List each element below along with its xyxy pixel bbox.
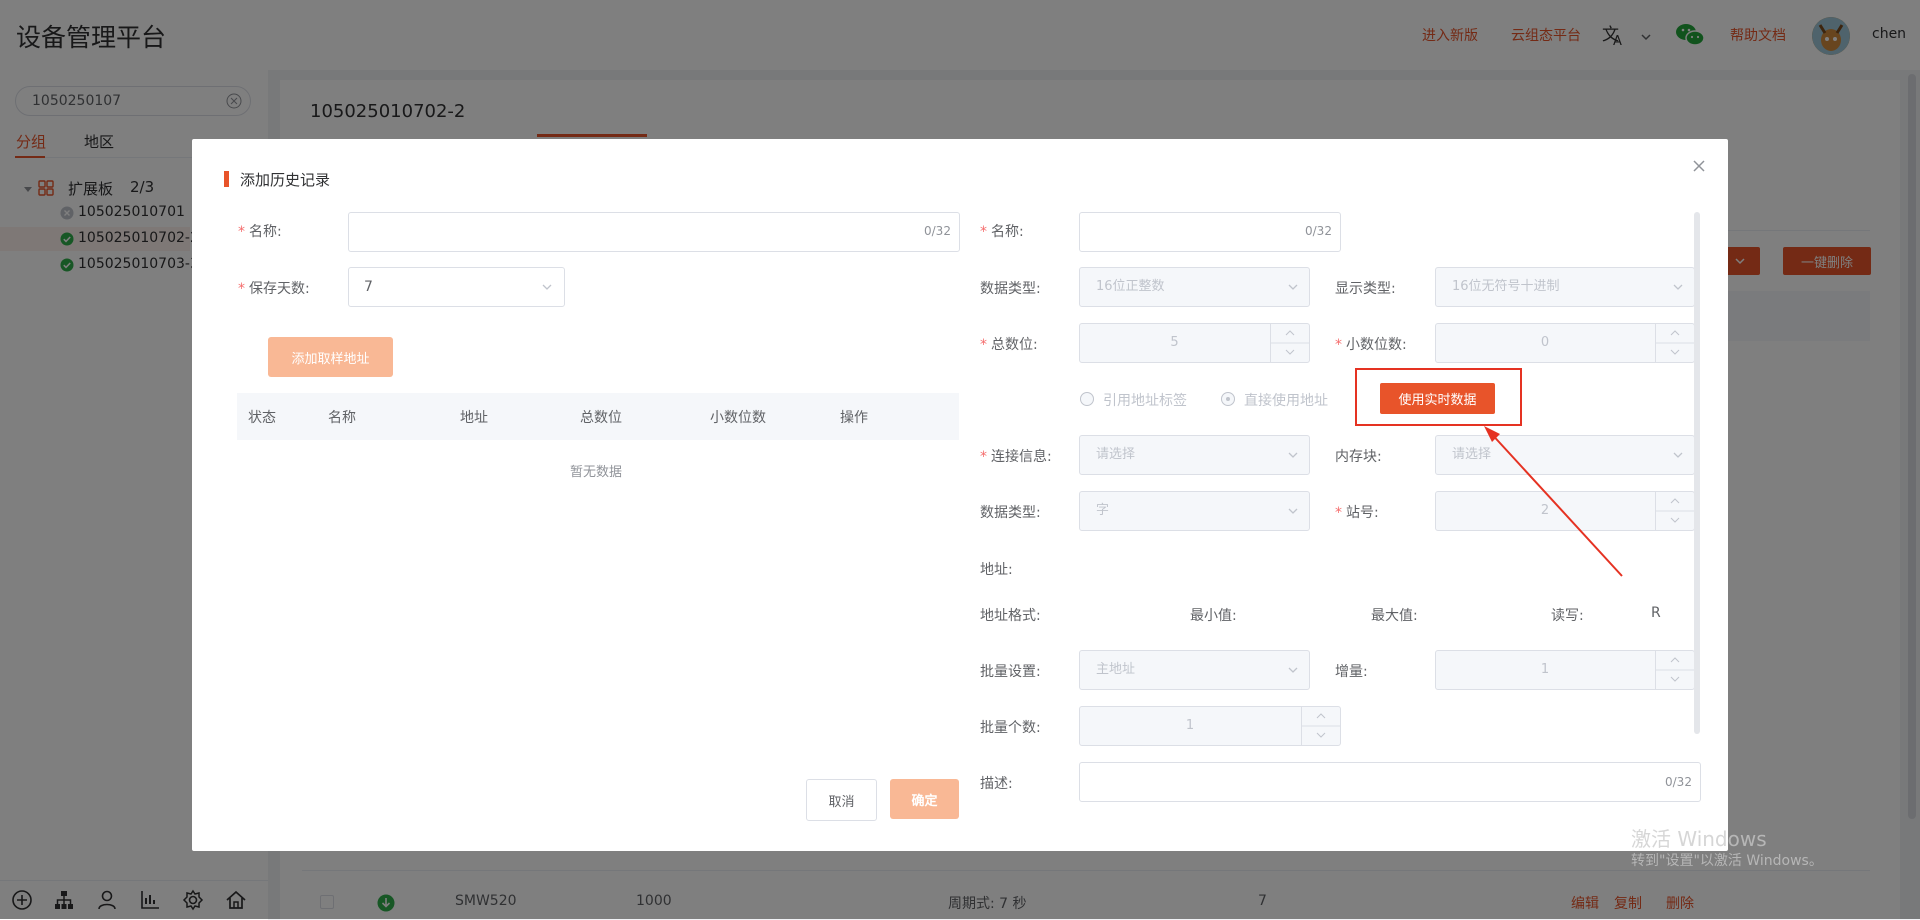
station-number-label: * 站号: (1335, 505, 1379, 521)
dialog-title: 添加历史记录 (240, 171, 331, 189)
increment-stepper[interactable] (1655, 651, 1694, 689)
display-type-label: 显示类型: (1335, 281, 1396, 297)
column-header-actions: 操作 (840, 410, 868, 426)
max-value-label: 最大值: (1371, 608, 1418, 624)
data-type-2-label: 数据类型: (980, 505, 1041, 521)
name-input[interactable] (348, 212, 960, 252)
chevron-down-icon (1287, 449, 1299, 461)
description-input[interactable] (1079, 762, 1701, 802)
station-number-stepper[interactable] (1655, 492, 1694, 530)
column-header-name: 名称 (328, 410, 356, 426)
address-label: 地址: (980, 562, 1013, 578)
read-write-label: 读写: (1551, 608, 1584, 624)
column-header-total-digits: 总数位 (580, 410, 622, 426)
cancel-button[interactable]: 取消 (806, 779, 877, 821)
total-digits-label: * 总数位: (980, 337, 1038, 353)
annotation-highlight-box (1355, 368, 1522, 426)
address-format-label: 地址格式: (980, 608, 1041, 624)
address-name-counter: 0/32 (1305, 224, 1332, 238)
data-type-label: 数据类型: (980, 281, 1041, 297)
decimal-places-stepper[interactable] (1655, 324, 1694, 362)
decimal-places-label: * 小数位数: (1335, 337, 1407, 353)
column-header-status: 状态 (248, 410, 276, 426)
memory-block-label: 内存块: (1335, 449, 1382, 465)
address-name-label: * 名称: (980, 224, 1024, 240)
close-icon[interactable] (1690, 157, 1708, 175)
save-days-label: * 保存天数: (238, 281, 310, 297)
dialog-scrollbar[interactable] (1694, 212, 1700, 734)
radio-dot-icon (1226, 397, 1230, 401)
batch-count-label: 批量个数: (980, 720, 1041, 736)
name-label: * 名称: (238, 224, 282, 240)
description-label: 描述: (980, 776, 1013, 792)
radio-direct-address[interactable] (1221, 392, 1235, 406)
address-name-input[interactable] (1079, 212, 1341, 252)
column-header-decimal-places: 小数位数 (710, 410, 766, 426)
data-type-select[interactable]: 16位正整数 (1079, 267, 1310, 307)
column-header-address: 地址 (460, 410, 488, 426)
chevron-down-icon (1672, 281, 1684, 293)
radio-direct-address-label[interactable]: 直接使用地址 (1244, 390, 1328, 410)
add-sample-address-button[interactable]: 添加取样地址 (268, 337, 393, 377)
windows-activation-hint: 转到"设置"以激活 Windows。 (1631, 853, 1823, 869)
confirm-button[interactable]: 确定 (890, 779, 959, 819)
read-write-value: R (1651, 605, 1661, 621)
connection-info-select[interactable]: 请选择 (1079, 435, 1310, 475)
batch-setting-select[interactable]: 主地址 (1079, 650, 1310, 690)
chevron-down-icon (1287, 664, 1299, 676)
total-digits-stepper[interactable] (1270, 324, 1309, 362)
min-value-label: 最小值: (1190, 608, 1237, 624)
data-type-2-select[interactable]: 字 (1079, 491, 1310, 531)
chevron-down-icon (1287, 505, 1299, 517)
increment-label: 增量: (1335, 664, 1368, 680)
name-counter: 0/32 (924, 224, 951, 238)
save-days-select[interactable]: 7 (348, 267, 565, 307)
title-accent (224, 171, 229, 187)
chevron-down-icon (1672, 449, 1684, 461)
connection-info-label: * 连接信息: (980, 449, 1052, 465)
chevron-down-icon (541, 281, 553, 293)
batch-setting-label: 批量设置: (980, 664, 1041, 680)
annotation-arrow-icon (1480, 422, 1630, 582)
batch-count-stepper[interactable] (1301, 707, 1340, 745)
display-type-select[interactable]: 16位无符号十进制 (1435, 267, 1695, 307)
description-counter: 0/32 (1665, 775, 1692, 789)
radio-address-tag[interactable] (1080, 392, 1094, 406)
chevron-down-icon (1287, 281, 1299, 293)
radio-address-tag-label[interactable]: 引用地址标签 (1103, 390, 1187, 410)
windows-activation-watermark: 激活 Windows (1631, 827, 1767, 851)
empty-table-text: 暂无数据 (570, 465, 623, 480)
